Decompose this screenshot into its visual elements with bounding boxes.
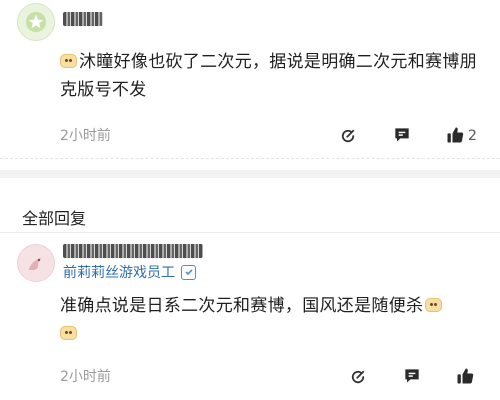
emoji-icon <box>60 54 77 68</box>
section-title: 全部回复 <box>22 209 87 228</box>
emoji-icon <box>425 298 443 312</box>
message-icon[interactable] <box>391 124 413 146</box>
bird-avatar-icon <box>29 258 42 270</box>
star-avatar-icon <box>25 11 47 33</box>
user-title-text: 前莉莉丝游戏员工 <box>63 265 175 281</box>
like-count: 2 <box>468 128 477 144</box>
avatar[interactable] <box>17 244 55 282</box>
user-title: 前莉莉丝游戏员工 <box>63 262 196 282</box>
thumbs-up-icon[interactable] <box>454 365 476 387</box>
verified-badge-icon <box>181 264 196 280</box>
message-icon[interactable] <box>401 365 423 387</box>
username-blurred[interactable] <box>63 12 103 26</box>
divider <box>0 158 500 159</box>
avatar[interactable] <box>17 3 55 41</box>
section-divider <box>0 170 500 178</box>
comment-text: 沐瞳好像也砍了二次元，据说是明确二次元和赛博朋克版号不发 <box>60 52 477 100</box>
thumbs-up-icon[interactable] <box>444 124 466 146</box>
emoji-icon <box>60 326 77 340</box>
reply-text: 准确点说是日系二次元和赛博，国风还是随便杀 <box>60 292 480 348</box>
comment-edit-icon[interactable] <box>337 125 359 147</box>
divider <box>0 232 500 233</box>
comment-edit-icon[interactable] <box>347 366 369 388</box>
username-blurred[interactable] <box>63 244 203 258</box>
timestamp: 2小时前 <box>60 128 111 144</box>
timestamp: 2小时前 <box>60 369 111 385</box>
